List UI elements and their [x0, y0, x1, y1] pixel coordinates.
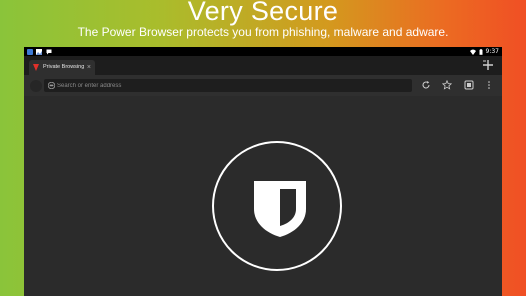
address-input[interactable] — [57, 79, 407, 92]
tab-private-browsing[interactable]: Private Browsing × — [29, 60, 95, 75]
promo-title: Very Secure — [187, 0, 339, 26]
back-button[interactable] — [30, 80, 42, 92]
shield-icon — [254, 181, 306, 237]
address-bar[interactable] — [44, 79, 412, 92]
promo-subtitle: The Power Browser protects you from phis… — [77, 25, 449, 39]
image-notification-icon — [36, 48, 42, 55]
status-time: 9:37 — [485, 48, 499, 55]
status-bar: 9:37 — [24, 47, 502, 56]
private-browsing-page — [24, 96, 502, 296]
overflow-menu-icon[interactable] — [484, 80, 494, 90]
incognito-mask-icon — [48, 82, 55, 89]
power-browser-favicon-icon — [33, 64, 39, 71]
bookmark-star-icon[interactable] — [442, 80, 452, 90]
tab-close-button[interactable]: × — [87, 60, 91, 75]
wifi-icon — [470, 49, 476, 55]
security-badge — [212, 141, 342, 271]
battery-icon — [479, 48, 483, 55]
tab-strip: Private Browsing × — [24, 56, 502, 75]
tab-title: Private Browsing — [43, 64, 85, 70]
reload-icon[interactable] — [421, 80, 431, 90]
notification-app-icon — [27, 48, 33, 55]
device-screen: 9:37 Private Browsing × — [24, 47, 502, 296]
tab-switcher-icon[interactable] — [464, 80, 474, 90]
new-tab-icon[interactable] — [482, 59, 494, 71]
browser-toolbar — [24, 75, 502, 96]
chat-notification-icon — [46, 49, 52, 54]
